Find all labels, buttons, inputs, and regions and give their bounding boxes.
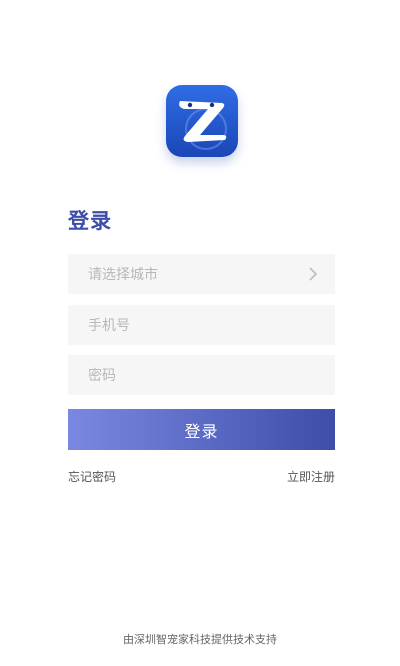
city-select[interactable]: 请选择城市 xyxy=(68,254,335,294)
phone-input[interactable]: 手机号 xyxy=(68,305,335,345)
page-title: 登录 xyxy=(68,209,112,233)
city-select-placeholder: 请选择城市 xyxy=(88,267,158,283)
password-input[interactable]: 密码 xyxy=(68,355,335,395)
phone-input-placeholder: 手机号 xyxy=(88,318,130,334)
forgot-password-link[interactable]: 忘记密码 xyxy=(68,468,116,485)
register-link[interactable]: 立即注册 xyxy=(287,468,335,485)
z-logo-icon xyxy=(179,101,227,150)
password-input-placeholder: 密码 xyxy=(88,368,116,384)
chevron-right-icon xyxy=(309,267,318,281)
login-button[interactable]: 登录 xyxy=(68,409,335,450)
app-logo xyxy=(166,85,238,157)
footer-credit: 由深圳智宠家科技提供技术支持 xyxy=(123,633,277,646)
